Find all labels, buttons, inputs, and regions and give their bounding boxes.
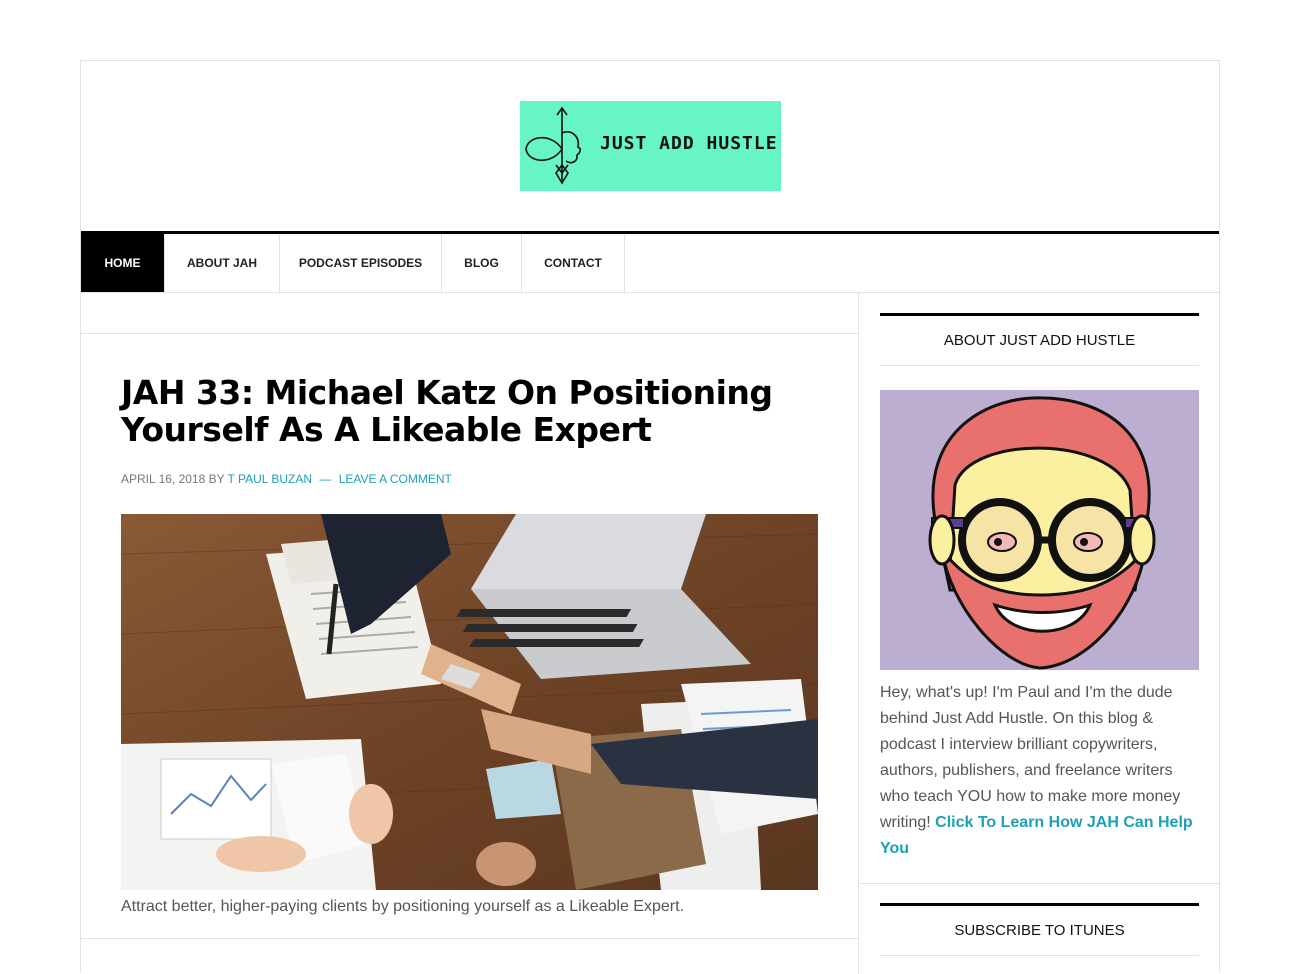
subscribe-widget: SUBSCRIBE TO ITUNES — [880, 903, 1199, 956]
nav-item-blog[interactable]: BLOG — [442, 234, 522, 292]
post-meta: APRIL 16, 2018 BY T PAUL BUZAN — LEAVE A… — [121, 472, 818, 486]
post-by: BY — [208, 472, 225, 486]
main-content: JAH 33: Michael Katz On Positioning Your… — [81, 293, 859, 974]
post-title[interactable]: JAH 33: Michael Katz On Positioning Your… — [121, 374, 818, 448]
content-top-strip — [81, 293, 858, 334]
primary-nav: HOME ABOUT JAH PODCAST EPISODES BLOG CON… — [81, 231, 1219, 293]
meta-separator: — — [319, 472, 332, 486]
site-logo[interactable]: JUST ADD HUSTLE — [520, 101, 781, 191]
post-divider — [81, 938, 859, 939]
subscribe-widget-title: SUBSCRIBE TO ITUNES — [880, 903, 1199, 956]
about-text: Hey, what's up! I'm Paul and I'm the dud… — [880, 680, 1199, 862]
cartoon-avatar-illustration — [880, 390, 1199, 670]
nav-item-podcast-episodes[interactable]: PODCAST EPISODES — [280, 234, 442, 292]
avatar-graphic — [880, 390, 1199, 670]
site-container: JUST ADD HUSTLE HOME ABOUT JAH PODCAST E… — [80, 60, 1220, 974]
leave-comment-link[interactable]: LEAVE A COMMENT — [339, 472, 452, 486]
post-entry: JAH 33: Michael Katz On Positioning Your… — [81, 334, 858, 916]
handshake-photo[interactable] — [121, 514, 818, 890]
nav-item-about-jah[interactable]: ABOUT JAH — [165, 234, 280, 292]
logo-text: JUST ADD HUSTLE — [600, 132, 778, 154]
site-header: JUST ADD HUSTLE — [81, 61, 1219, 231]
arrow-face-logo-icon — [525, 106, 582, 185]
handshake-photo-graphic — [121, 514, 818, 890]
post-date: APRIL 16, 2018 — [121, 472, 206, 486]
sidebar: ABOUT JUST ADD HUSTLE Hey, what's up! I'… — [860, 293, 1219, 974]
nav-item-home[interactable]: HOME — [81, 234, 165, 292]
post-author-link[interactable]: T PAUL BUZAN — [228, 472, 312, 486]
about-text-body: Hey, what's up! I'm Paul and I'm the dud… — [880, 684, 1181, 831]
about-widget-title: ABOUT JUST ADD HUSTLE — [880, 313, 1199, 366]
nav-item-contact[interactable]: CONTACT — [522, 234, 625, 292]
widget-divider — [860, 883, 1219, 884]
image-caption: Attract better, higher-paying clients by… — [121, 898, 684, 915]
about-widget: ABOUT JUST ADD HUSTLE Hey, what's up! I'… — [860, 293, 1219, 862]
